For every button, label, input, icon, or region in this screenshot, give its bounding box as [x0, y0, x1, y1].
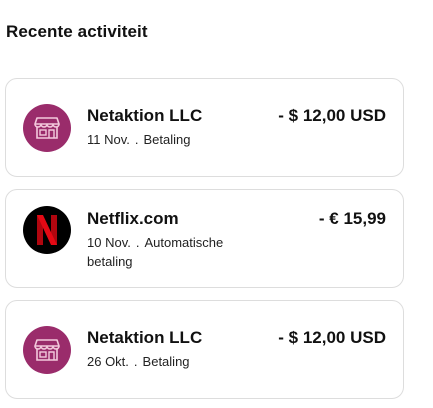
merchant-name: Netaktion LLC [87, 106, 203, 125]
activity-list: Netaktion LLC 11 Nov.. Betaling - $ 12,00… [5, 78, 404, 399]
activity-type: Betaling [143, 132, 191, 147]
activity-amount: - € 15,99 [318, 209, 386, 228]
activity-item[interactable]: Netflix.com 10 Nov.. Automatische betalin… [5, 189, 404, 288]
merchant-name: Netaktion LLC [87, 328, 203, 347]
activity-date: 11 Nov. [87, 132, 130, 147]
activity-item[interactable]: Netaktion LLC 26 Okt.. Betaling - $ 12,00… [5, 300, 404, 399]
store-icon-glyph [34, 117, 60, 139]
store-icon [23, 104, 71, 152]
meta-separator: . [134, 132, 139, 147]
activity-type: Betaling [142, 354, 190, 369]
activity-meta: 26 Okt.. Betaling [87, 352, 253, 371]
activity-amount: - $ 12,00 USD [278, 328, 386, 347]
merchant-name: Netflix.com [87, 209, 179, 228]
meta-separator: . [135, 235, 140, 250]
activity-info: Netaktion LLC 26 Okt.. Betaling [87, 327, 253, 371]
netflix-logo-icon [23, 206, 71, 254]
activity-info: Netaktion LLC 11 Nov.. Betaling [87, 105, 253, 149]
activity-amount: - $ 12,00 USD [278, 106, 386, 125]
section-title: Recente activiteit [6, 22, 148, 41]
meta-separator: . [133, 354, 138, 369]
activity-info: Netflix.com 10 Nov.. Automatische betalin… [87, 208, 253, 271]
activity-meta: 11 Nov.. Betaling [87, 130, 253, 149]
netflix-n-glyph [37, 215, 57, 245]
store-icon [23, 326, 71, 374]
store-icon-glyph [34, 339, 60, 361]
activity-item[interactable]: Netaktion LLC 11 Nov.. Betaling - $ 12,00… [5, 78, 404, 177]
activity-date: 26 Okt. [87, 354, 129, 369]
activity-meta: 10 Nov.. Automatische betaling [87, 233, 253, 271]
activity-date: 10 Nov. [87, 235, 131, 250]
